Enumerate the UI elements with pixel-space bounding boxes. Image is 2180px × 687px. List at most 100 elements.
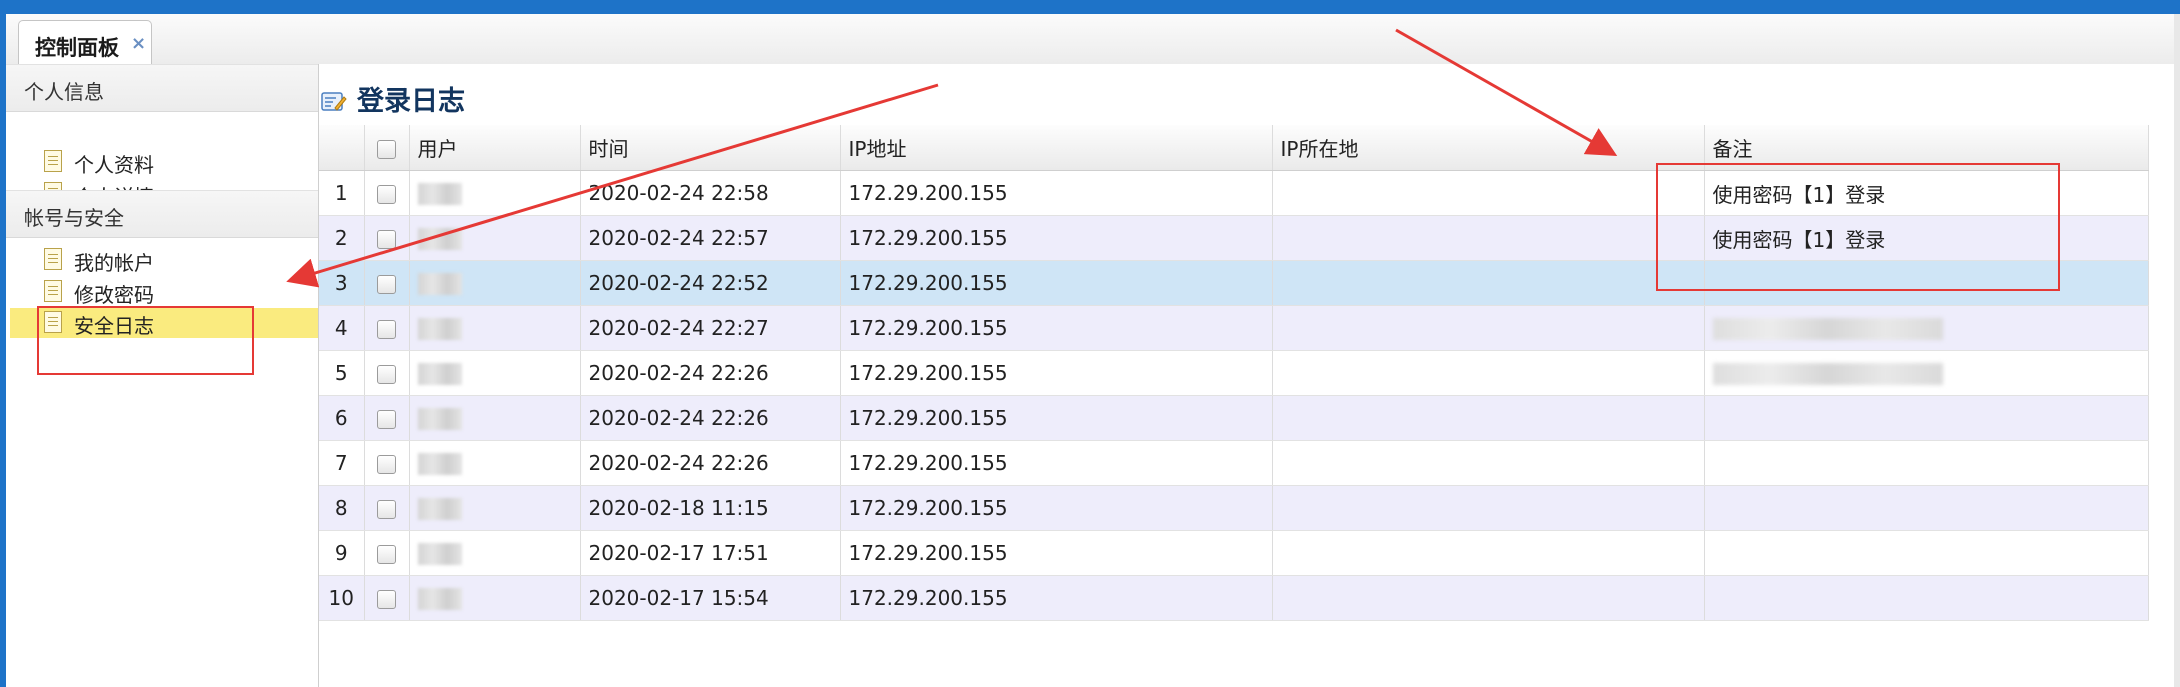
row-checkbox[interactable] (377, 185, 396, 204)
sidebar-item-profile[interactable]: 个人资料 (10, 147, 318, 177)
select-all-checkbox-cell[interactable] (364, 125, 410, 171)
row-number: 3 (319, 260, 365, 306)
redacted-username (417, 588, 462, 611)
row-number: 9 (319, 530, 365, 576)
sidebar-item-label: 我的帐户 (74, 251, 154, 275)
redacted-username (417, 228, 462, 251)
time-cell: 2020-02-17 15:54 (580, 575, 841, 621)
row-checkbox[interactable] (377, 500, 396, 519)
tab-control-panel[interactable]: 控制面板 × (18, 20, 152, 64)
time-cell: 2020-02-24 22:26 (580, 350, 841, 396)
row-number: 1 (319, 170, 365, 216)
ip-location-cell (1272, 530, 1705, 576)
row-checkbox[interactable] (377, 365, 396, 384)
row-checkbox-cell[interactable] (364, 530, 410, 576)
window-top-bar (0, 0, 2180, 14)
ip-location-cell (1272, 485, 1705, 531)
close-icon[interactable]: × (131, 33, 146, 54)
row-checkbox-cell[interactable] (364, 485, 410, 531)
table-row[interactable]: 8 2020-02-18 11:15 172.29.200.155 (319, 485, 2149, 531)
user-cell-redacted (409, 350, 581, 396)
note-cell-redacted (1704, 350, 2149, 396)
row-checkbox-cell[interactable] (364, 350, 410, 396)
user-cell-redacted (409, 395, 581, 441)
note-cell (1704, 575, 2149, 621)
row-checkbox[interactable] (377, 455, 396, 474)
row-checkbox-cell[interactable] (364, 395, 410, 441)
row-checkbox-cell[interactable] (364, 440, 410, 486)
row-checkbox[interactable] (377, 545, 396, 564)
sidebar-section-title: 帐号与安全 (24, 206, 124, 230)
select-all-checkbox[interactable] (377, 139, 396, 159)
row-checkbox-cell[interactable] (364, 215, 410, 261)
column-header-ip[interactable]: IP地址 (840, 125, 1273, 171)
time-cell: 2020-02-24 22:27 (580, 305, 841, 351)
column-header-note[interactable]: 备注 (1704, 125, 2149, 171)
ip-cell: 172.29.200.155 (840, 440, 1273, 486)
sidebar-section-header-personal[interactable]: 个人信息 (6, 64, 318, 112)
row-number: 10 (319, 575, 365, 621)
document-icon (44, 150, 62, 172)
sidebar-section-header-account-security[interactable]: 帐号与安全 (6, 190, 318, 238)
table-row-selected[interactable]: 3 2020-02-24 22:52 172.29.200.155 (319, 260, 2149, 306)
note-cell: 使用密码【1】登录 (1704, 215, 2149, 261)
sidebar-item-security-log[interactable]: 安全日志 (10, 308, 318, 338)
column-header-user[interactable]: 用户 (409, 125, 581, 171)
row-checkbox[interactable] (377, 410, 396, 429)
row-checkbox-cell[interactable] (364, 305, 410, 351)
row-checkbox[interactable] (377, 320, 396, 339)
table-row[interactable]: 10 2020-02-17 15:54 172.29.200.155 (319, 575, 2149, 621)
user-cell-redacted (409, 440, 581, 486)
panel-title: 登录日志 (357, 86, 465, 117)
note-cell (1704, 395, 2149, 441)
row-number: 4 (319, 305, 365, 351)
ip-cell: 172.29.200.155 (840, 575, 1273, 621)
time-cell: 2020-02-17 17:51 (580, 530, 841, 576)
document-icon (44, 248, 62, 270)
note-cell (1704, 530, 2149, 576)
redacted-username (417, 498, 462, 521)
column-header-ip-location[interactable]: IP所在地 (1272, 125, 1705, 171)
ip-location-cell (1272, 350, 1705, 396)
ip-location-cell (1272, 395, 1705, 441)
sidebar-section-title: 个人信息 (24, 80, 104, 104)
ip-cell: 172.29.200.155 (840, 215, 1273, 261)
ip-cell: 172.29.200.155 (840, 485, 1273, 531)
table-row[interactable]: 5 2020-02-24 22:26 172.29.200.155 (319, 350, 2149, 396)
redacted-username (417, 273, 462, 296)
row-checkbox[interactable] (377, 275, 396, 294)
time-cell: 2020-02-24 22:57 (580, 215, 841, 261)
sidebar-item-my-account[interactable]: 我的帐户 (10, 245, 318, 275)
user-cell-redacted (409, 575, 581, 621)
ip-location-cell (1272, 215, 1705, 261)
row-checkbox[interactable] (377, 590, 396, 609)
note-cell-redacted (1704, 305, 2149, 351)
time-cell: 2020-02-24 22:52 (580, 260, 841, 306)
log-edit-icon (321, 92, 347, 111)
redacted-note (1712, 318, 1943, 341)
note-cell (1704, 485, 2149, 531)
tab-bar: 控制面板 × (6, 14, 2174, 65)
table-row[interactable]: 6 2020-02-24 22:26 172.29.200.155 (319, 395, 2149, 441)
row-number: 5 (319, 350, 365, 396)
row-checkbox-cell[interactable] (364, 260, 410, 306)
table-row[interactable]: 1 2020-02-24 22:58 172.29.200.155 使用密码【1… (319, 170, 2149, 216)
table-row[interactable]: 2 2020-02-24 22:57 172.29.200.155 使用密码【1… (319, 215, 2149, 261)
sidebar-item-change-password[interactable]: 修改密码 (10, 277, 318, 307)
redacted-note (1712, 363, 1943, 386)
table-row[interactable]: 7 2020-02-24 22:26 172.29.200.155 (319, 440, 2149, 486)
ip-cell: 172.29.200.155 (840, 260, 1273, 306)
table-row[interactable]: 4 2020-02-24 22:27 172.29.200.155 (319, 305, 2149, 351)
row-checkbox-cell[interactable] (364, 170, 410, 216)
document-icon (44, 311, 62, 333)
row-checkbox-cell[interactable] (364, 575, 410, 621)
ip-location-cell (1272, 440, 1705, 486)
user-cell-redacted (409, 260, 581, 306)
note-cell: 使用密码【1】登录 (1704, 170, 2149, 216)
table-row[interactable]: 9 2020-02-17 17:51 172.29.200.155 (319, 530, 2149, 576)
ip-cell: 172.29.200.155 (840, 170, 1273, 216)
row-checkbox[interactable] (377, 230, 396, 249)
row-number: 8 (319, 485, 365, 531)
column-header-time[interactable]: 时间 (580, 125, 841, 171)
user-cell-redacted (409, 485, 581, 531)
